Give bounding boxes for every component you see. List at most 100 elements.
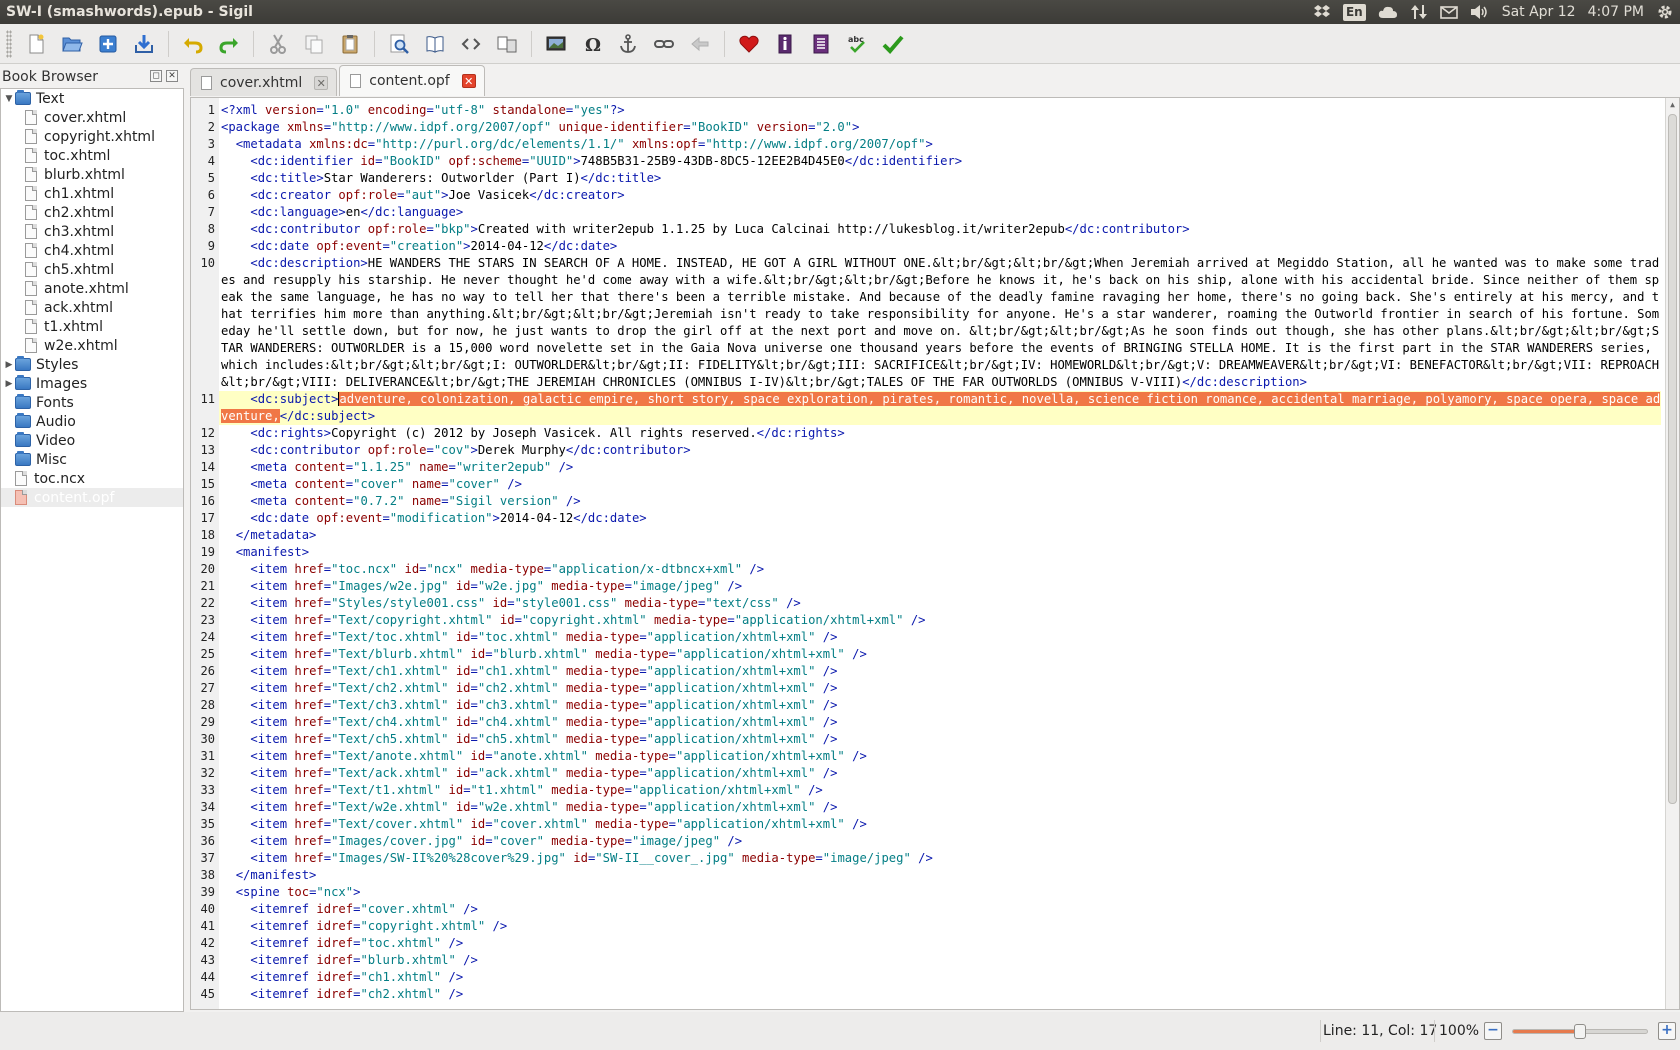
code-line[interactable]: 41 <itemref idref="copyright.xhtml" /> xyxy=(191,918,1661,935)
code-line[interactable]: 25 <item href="Text/blurb.xhtml" id="blu… xyxy=(191,646,1661,663)
code-line[interactable]: 28 <item href="Text/ch3.xhtml" id="ch3.x… xyxy=(191,697,1661,714)
tree-item[interactable]: Video xyxy=(1,431,183,450)
code-line[interactable]: 13 <dc:contributor opf:role="cov">Derek … xyxy=(191,442,1661,459)
tree-item[interactable]: copyright.xhtml xyxy=(1,127,183,146)
network-transfer-icon[interactable] xyxy=(1404,0,1434,24)
volume-icon[interactable] xyxy=(1464,0,1496,24)
code-text[interactable]: <item href="Images/w2e.jpg" id="w2e.jpg"… xyxy=(219,578,1661,595)
code-text[interactable]: <metadata xmlns:dc="http://purl.org/dc/e… xyxy=(219,136,1661,153)
tree-item[interactable]: ▼ Text xyxy=(1,89,183,108)
cloud-icon[interactable] xyxy=(1372,0,1404,24)
copy-icon[interactable] xyxy=(298,28,330,60)
collapsed-arrow-icon[interactable]: ▶ xyxy=(3,379,15,389)
code-editor[interactable]: 1 <?xml version="1.0" encoding="utf-8" st… xyxy=(190,97,1680,1010)
code-text[interactable]: <itemref idref="copyright.xhtml" /> xyxy=(219,918,1661,935)
keyboard-language-indicator[interactable]: En xyxy=(1337,0,1372,24)
code-text[interactable]: <dc:contributor opf:role="bkp">Created w… xyxy=(219,221,1661,238)
code-text[interactable]: <itemref idref="cover.xhtml" /> xyxy=(219,901,1661,918)
collapsed-arrow-icon[interactable]: ▶ xyxy=(3,360,15,370)
toolbar-grip[interactable] xyxy=(6,29,12,58)
special-character-icon[interactable]: Ω xyxy=(576,28,608,60)
float-panel-icon[interactable]: ◻ xyxy=(150,70,162,82)
table-of-contents-icon[interactable] xyxy=(805,28,837,60)
tree-item[interactable]: content.opf xyxy=(1,488,183,507)
tree-item[interactable]: ack.xhtml xyxy=(1,298,183,317)
code-line[interactable]: 18 </metadata> xyxy=(191,527,1661,544)
tree-item[interactable]: blurb.xhtml xyxy=(1,165,183,184)
session-gear-icon[interactable] xyxy=(1650,0,1680,24)
code-text[interactable]: <meta content="1.1.25" name="writer2epub… xyxy=(219,459,1661,476)
code-line[interactable]: 22 <item href="Styles/style001.css" id="… xyxy=(191,595,1661,612)
code-line[interactable]: 42 <itemref idref="toc.xhtml" /> xyxy=(191,935,1661,952)
code-line[interactable]: 34 <item href="Text/w2e.xhtml" id="w2e.x… xyxy=(191,799,1661,816)
tree-item[interactable]: t1.xhtml xyxy=(1,317,183,336)
code-text[interactable]: <item href="Text/copyright.xhtml" id="co… xyxy=(219,612,1661,629)
book-browser-tree[interactable]: ▼ Text cover.xhtml copyright.xhtml toc.xhtml… xyxy=(0,88,184,1012)
book-view-icon[interactable] xyxy=(419,28,451,60)
code-line[interactable]: 4 <dc:identifier id="BookID" opf:scheme=… xyxy=(191,153,1661,170)
code-line[interactable]: 3 <metadata xmlns:dc="http://purl.org/dc… xyxy=(191,136,1661,153)
tree-item[interactable]: ▶ Styles xyxy=(1,355,183,374)
insert-image-icon[interactable] xyxy=(540,28,572,60)
code-line[interactable]: 27 <item href="Text/ch2.xhtml" id="ch2.x… xyxy=(191,680,1661,697)
find-icon[interactable] xyxy=(383,28,415,60)
undo-icon[interactable] xyxy=(177,28,209,60)
code-line[interactable]: 38 </manifest> xyxy=(191,867,1661,884)
code-line[interactable]: 24 <item href="Text/toc.xhtml" id="toc.x… xyxy=(191,629,1661,646)
tree-item[interactable]: w2e.xhtml xyxy=(1,336,183,355)
code-text[interactable]: <dc:rights>Copyright (c) 2012 by Joseph … xyxy=(219,425,1661,442)
code-line[interactable]: 8 <dc:contributor opf:role="bkp">Created… xyxy=(191,221,1661,238)
dropbox-icon[interactable] xyxy=(1307,0,1337,24)
paste-icon[interactable] xyxy=(334,28,366,60)
code-line[interactable]: 12 <dc:rights>Copyright (c) 2012 by Jose… xyxy=(191,425,1661,442)
tree-item[interactable]: ch2.xhtml xyxy=(1,203,183,222)
code-text[interactable]: <dc:language>en</dc:language> xyxy=(219,204,1661,221)
code-line[interactable]: 44 <itemref idref="ch1.xhtml" /> xyxy=(191,969,1661,986)
code-text[interactable]: <item href="Text/blurb.xhtml" id="blurb.… xyxy=(219,646,1661,663)
code-line[interactable]: 37 <item href="Images/SW-II%20%28cover%2… xyxy=(191,850,1661,867)
code-text[interactable]: <manifest> xyxy=(219,544,1661,561)
code-line[interactable]: 1 <?xml version="1.0" encoding="utf-8" st… xyxy=(191,102,1661,119)
code-text[interactable]: <dc:title>Star Wanderers: Outworlder (Pa… xyxy=(219,170,1661,187)
code-text[interactable]: <itemref idref="ch1.xhtml" /> xyxy=(219,969,1661,986)
code-line[interactable]: 17 <dc:date opf:event="modification">201… xyxy=(191,510,1661,527)
code-line[interactable]: 40 <itemref idref="cover.xhtml" /> xyxy=(191,901,1661,918)
zoom-slider[interactable] xyxy=(1512,1024,1648,1039)
code-text[interactable]: </metadata> xyxy=(219,527,1661,544)
code-line[interactable]: 43 <itemref idref="blurb.xhtml" /> xyxy=(191,952,1661,969)
back-arrow-icon[interactable] xyxy=(684,28,716,60)
new-file-icon[interactable] xyxy=(20,28,52,60)
code-text[interactable]: <dc:creator opf:role="aut">Joe Vasicek</… xyxy=(219,187,1661,204)
code-text[interactable]: <item href="Text/t1.xhtml" id="t1.xhtml"… xyxy=(219,782,1661,799)
scroll-up-icon[interactable]: ▲ xyxy=(1666,98,1679,112)
code-text[interactable]: <item href="Text/ch4.xhtml" id="ch4.xhtm… xyxy=(219,714,1661,731)
code-text[interactable]: <dc:subject>adventure, colonization, gal… xyxy=(219,391,1661,425)
close-tab-icon[interactable]: ✕ xyxy=(461,74,476,88)
code-line[interactable]: 33 <item href="Text/t1.xhtml" id="t1.xht… xyxy=(191,782,1661,799)
tree-item[interactable]: ch1.xhtml xyxy=(1,184,183,203)
code-line[interactable]: 14 <meta content="1.1.25" name="writer2e… xyxy=(191,459,1661,476)
close-tab-icon[interactable]: ✕ xyxy=(314,75,329,90)
code-line[interactable]: 39 <spine toc="ncx"> xyxy=(191,884,1661,901)
add-file-icon[interactable] xyxy=(92,28,124,60)
code-line[interactable]: 21 <item href="Images/w2e.jpg" id="w2e.j… xyxy=(191,578,1661,595)
code-text[interactable]: <item href="Text/toc.xhtml" id="toc.xhtm… xyxy=(219,629,1661,646)
code-line[interactable]: 23 <item href="Text/copyright.xhtml" id=… xyxy=(191,612,1661,629)
tree-item[interactable]: ch4.xhtml xyxy=(1,241,183,260)
metadata-editor-icon[interactable] xyxy=(769,28,801,60)
code-text[interactable]: <package xmlns="http://www.idpf.org/2007… xyxy=(219,119,1661,136)
code-text[interactable]: <dc:description>HE WANDERS THE STARS IN … xyxy=(219,255,1661,391)
clock-date[interactable]: Sat Apr 12 xyxy=(1496,0,1582,24)
tree-item[interactable]: ▶ Images xyxy=(1,374,183,393)
code-line[interactable]: 32 <item href="Text/ack.xhtml" id="ack.x… xyxy=(191,765,1661,782)
save-icon[interactable] xyxy=(128,28,160,60)
tree-item[interactable]: Fonts xyxy=(1,393,183,412)
code-line[interactable]: 29 <item href="Text/ch4.xhtml" id="ch4.x… xyxy=(191,714,1661,731)
tree-item[interactable]: Misc xyxy=(1,450,183,469)
editor-tab[interactable]: cover.xhtml ✕ xyxy=(190,68,338,96)
code-text[interactable]: <item href="Styles/style001.css" id="sty… xyxy=(219,595,1661,612)
code-line[interactable]: 36 <item href="Images/cover.jpg" id="cov… xyxy=(191,833,1661,850)
code-line[interactable]: 10 <dc:description>HE WANDERS THE STARS … xyxy=(191,255,1661,391)
code-text[interactable]: <item href="Text/anote.xhtml" id="anote.… xyxy=(219,748,1661,765)
code-text[interactable]: <item href="Text/ch5.xhtml" id="ch5.xhtm… xyxy=(219,731,1661,748)
